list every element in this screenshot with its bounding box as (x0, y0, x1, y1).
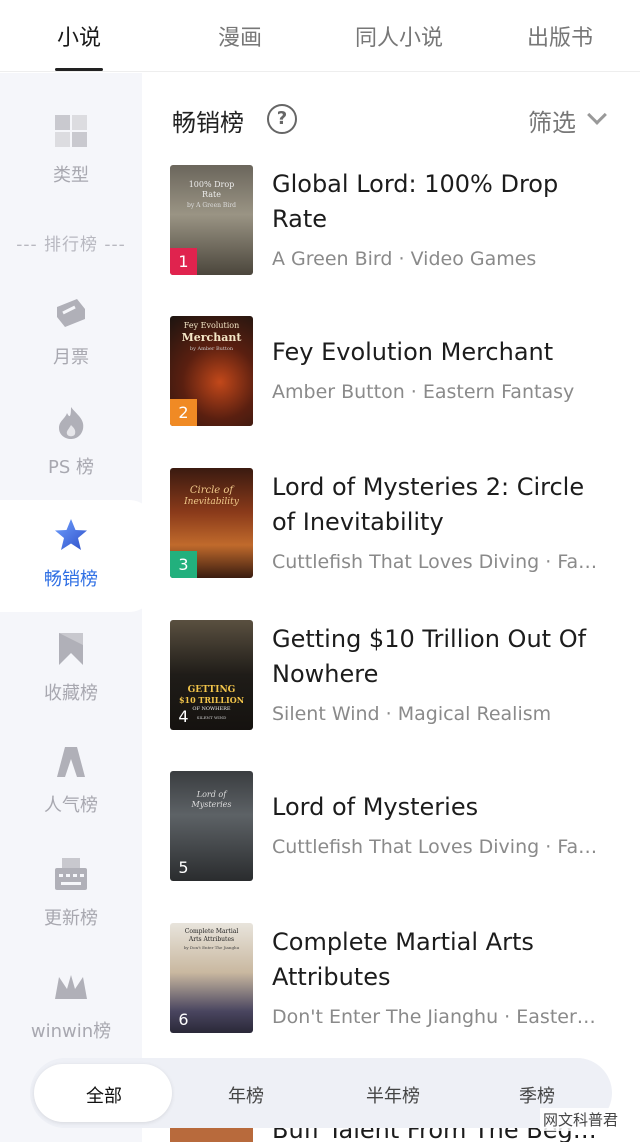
cover-author-2: by Amber Button (189, 346, 234, 352)
bookmark-icon (59, 633, 83, 665)
sidebar-item-label: 月票 (53, 347, 89, 368)
star-icon (55, 519, 87, 550)
cover-author-6: by Don't Enter The Jianghu (183, 945, 240, 950)
book-meta: Cuttlefish That Loves Diving · Fa… (272, 836, 598, 858)
cover-title-3a: Circle of (189, 485, 234, 496)
watermark: 网文科普君 (540, 1108, 622, 1131)
book-title[interactable]: Lord of Mysteries (272, 790, 612, 825)
sidebar-item-bestseller[interactable]: 畅销榜 (0, 517, 142, 597)
book-item-1[interactable]: 100% Drop Rate by A Green Bird 1 Global … (170, 165, 620, 280)
page-title: 畅销榜 (172, 109, 244, 137)
cover-title-1a: 100% Drop (188, 180, 235, 189)
crown-icon (55, 975, 87, 999)
tab-comics[interactable]: 漫画 (218, 20, 262, 52)
cover-title-5a: Lord of (196, 790, 227, 799)
active-tab-indicator (55, 68, 103, 71)
filter-button[interactable]: 筛选 (528, 103, 576, 138)
book-title[interactable]: Lord of Mysteries 2: Circle of Inevitabi… (272, 470, 612, 540)
book-author: Cuttlefish That Loves Diving (272, 836, 540, 858)
book-title[interactable]: Fey Evolution Merchant (272, 335, 612, 370)
book-genre: Magical Realism (397, 703, 552, 725)
cover-author-1: by A Green Bird (187, 202, 236, 209)
chevron-down-icon[interactable] (587, 105, 607, 125)
book-meta: Don't Enter The Jianghu · Easter… (272, 1006, 596, 1028)
book-genre: Easter… (516, 1006, 596, 1028)
book-cover-5[interactable]: Lord of Mysteries 5 (170, 771, 253, 881)
book-cover-3[interactable]: Circle of Inevitability 3 (170, 468, 253, 578)
sidebar-item-label: 收藏榜 (44, 683, 98, 704)
rank-badge: 4 (178, 707, 189, 726)
cover-title-5b: Mysteries (191, 800, 232, 809)
ticket-icon (57, 299, 85, 327)
rank-badge: 2 (170, 399, 197, 426)
book-author: Amber Button (272, 381, 405, 403)
book-item-2[interactable]: Fey Evolution Merchant by Amber Button 2… (170, 316, 620, 431)
rank-badge: 1 (170, 248, 197, 275)
rank-badge: 6 (178, 1010, 189, 1029)
category-grid-icon (55, 115, 87, 147)
rank-badge: 5 (178, 858, 189, 877)
book-genre: Fa… (557, 551, 598, 573)
book-author: Silent Wind (272, 703, 380, 725)
cover-title-6b: Arts Attributes (188, 936, 235, 943)
sidebar-item-label: 类型 (53, 165, 89, 186)
ranking-section-divider: --- 排行榜 --- (16, 235, 126, 255)
book-genre: Video Games (410, 248, 537, 270)
top-tab-bar: 小说 漫画 同人小说 出版书 (0, 0, 640, 72)
sidebar-item-label: 畅销榜 (44, 569, 98, 590)
sidebar-item-label: winwin榜 (30, 1021, 112, 1042)
book-author: Don't Enter The Jianghu (272, 1006, 499, 1028)
sidebar-item-label: 更新榜 (44, 908, 98, 929)
rank-badge: 3 (170, 551, 197, 578)
tab-fan-fiction[interactable]: 同人小说 (355, 20, 443, 52)
book-title[interactable]: Global Lord: 100% Drop Rate (272, 167, 612, 237)
sidebar-item-collection[interactable]: 收藏榜 (0, 631, 142, 711)
cover-title-3b: Inevitability (184, 497, 239, 507)
sidebar-item-winwin[interactable]: winwin榜 (0, 969, 142, 1049)
sidebar-item-ps-rank[interactable]: PS 榜 (0, 405, 142, 485)
book-meta: A Green Bird · Video Games (272, 248, 537, 270)
typewriter-icon (55, 858, 87, 890)
question-circle-icon[interactable]: ? (267, 104, 297, 134)
book-item-6[interactable]: Complete Martial Arts Attributes by Don'… (170, 923, 620, 1038)
sidebar-item-popularity[interactable]: 人气榜 (0, 743, 142, 823)
book-cover-6[interactable]: Complete Martial Arts Attributes by Don'… (170, 923, 253, 1033)
book-item-4[interactable]: GETTING $10 TRILLION OF NOWHERE SILENT W… (170, 620, 620, 735)
period-tab-yearly[interactable]: 年榜 (228, 1082, 264, 1108)
period-tab-half-year[interactable]: 半年榜 (366, 1082, 420, 1108)
cover-title-2a: Fey Evolution (183, 321, 240, 330)
period-tab-all[interactable]: 全部 (86, 1082, 122, 1108)
book-cover-4[interactable]: GETTING $10 TRILLION OF NOWHERE SILENT W… (170, 620, 253, 730)
book-author: Cuttlefish That Loves Diving (272, 551, 540, 573)
book-author: A Green Bird (272, 248, 393, 270)
book-title[interactable]: Getting $10 Trillion Out Of Nowhere (272, 622, 612, 692)
ranking-sidebar: 类型 --- 排行榜 --- 月票 PS 榜 畅销榜 收藏榜 人气榜 更新榜 w… (0, 73, 155, 1142)
tab-novels[interactable]: 小说 (57, 20, 101, 52)
book-meta: Amber Button · Eastern Fantasy (272, 381, 575, 403)
popularity-icon (57, 747, 85, 777)
sidebar-item-label: PS 榜 (47, 457, 94, 478)
period-tab-quarterly[interactable]: 季榜 (519, 1082, 555, 1108)
cover-title-2b: Merchant (181, 331, 242, 344)
cover-title-6a: Complete Martial (184, 928, 239, 935)
cover-title-1b: Rate (202, 190, 221, 199)
sidebar-item-monthly-ticket[interactable]: 月票 (0, 295, 142, 375)
book-meta: Cuttlefish That Loves Diving · Fa… (272, 551, 598, 573)
tab-published-books[interactable]: 出版书 (527, 20, 593, 52)
book-meta: Silent Wind · Magical Realism (272, 703, 552, 725)
book-item-3[interactable]: Circle of Inevitability 3 Lord of Myster… (170, 468, 620, 583)
book-cover-1[interactable]: 100% Drop Rate by A Green Bird 1 (170, 165, 253, 275)
flame-icon (59, 407, 84, 439)
sidebar-item-update[interactable]: 更新榜 (0, 856, 142, 936)
sidebar-item-category[interactable]: 类型 (0, 113, 142, 193)
book-item-5[interactable]: Lord of Mysteries 5 Lord of Mysteries Cu… (170, 771, 620, 886)
sidebar-item-label: 人气榜 (44, 795, 98, 816)
book-genre: Eastern Fantasy (422, 381, 575, 403)
book-cover-7-partial[interactable] (170, 1128, 253, 1142)
book-genre: Fa… (557, 836, 598, 858)
book-title[interactable]: Complete Martial Arts Attributes (272, 925, 612, 995)
period-filter-bar: 全部 年榜 半年榜 季榜 (30, 1058, 612, 1128)
book-cover-2[interactable]: Fey Evolution Merchant by Amber Button 2 (170, 316, 253, 426)
